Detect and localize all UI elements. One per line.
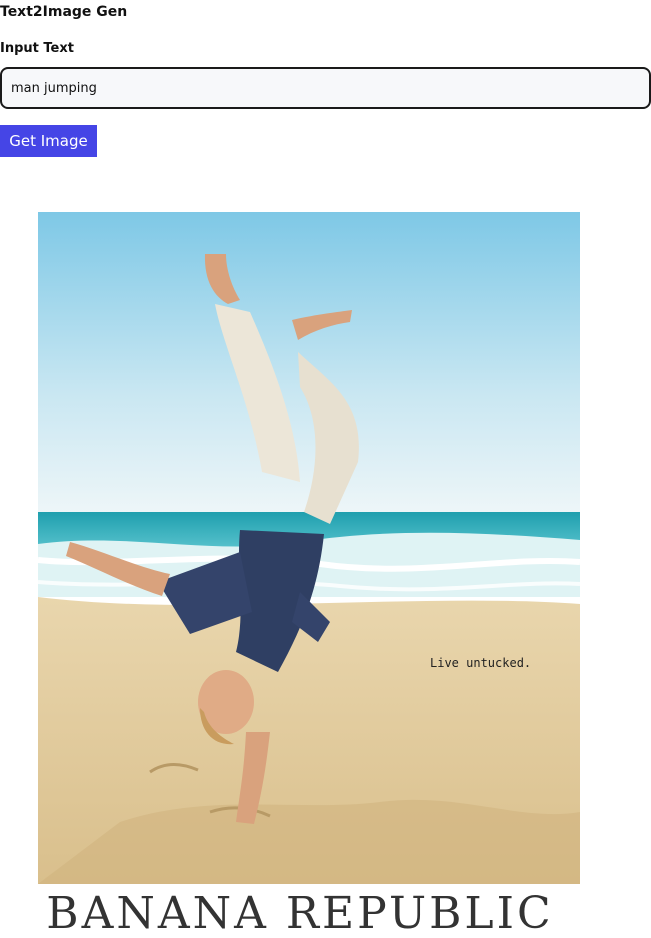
input-text-label: Input Text [0,41,74,56]
get-image-button[interactable]: Get Image [0,125,97,157]
app-title: Text2Image Gen [0,4,128,20]
image-tagline: Live untucked. [430,656,531,670]
input-text-field[interactable] [0,67,651,109]
generated-image: Live untucked. BANANA REPUBLIC [0,172,651,938]
text2image-app: Text2Image Gen Input Text Get Image [0,0,651,938]
image-brand: BANANA REPUBLIC [46,888,553,938]
photo-scene [37,212,581,884]
